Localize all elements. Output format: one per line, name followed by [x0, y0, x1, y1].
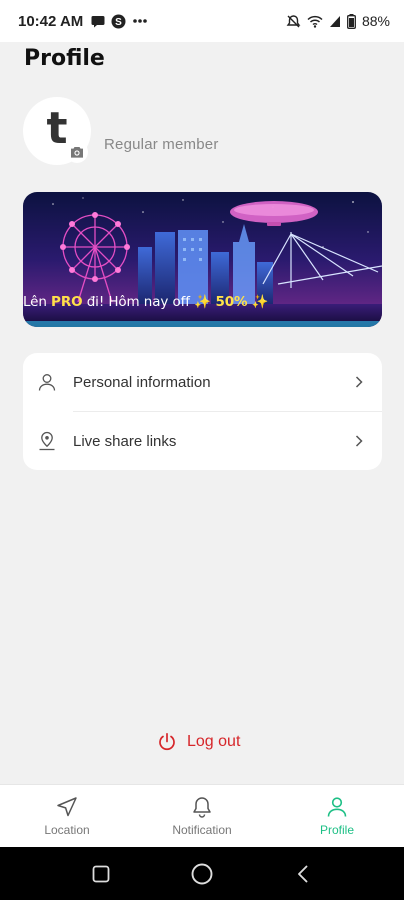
person-icon [327, 797, 347, 817]
logout-button[interactable]: Log out [157, 732, 240, 752]
status-time: 10:42 AM [18, 12, 84, 30]
profile-page: Profile t Regular member Lên PRO đi! Hôm… [0, 42, 404, 784]
home-button[interactable] [189, 861, 215, 887]
wifi-icon [307, 15, 323, 28]
mute-icon [286, 14, 301, 27]
change-avatar-button[interactable] [66, 141, 88, 163]
chevron-right-icon [355, 435, 363, 447]
promo-pro-highlight: PRO [51, 294, 83, 310]
nav-label: Notification [172, 823, 232, 837]
navigation-arrow-icon [57, 797, 77, 817]
promo-text: Lên PRO đi! Hôm nay off ✨ 50% ✨ [23, 294, 269, 310]
logout-label: Log out [187, 733, 241, 750]
nav-tab-notification[interactable]: Notification [135, 785, 269, 847]
avatar-letter: t [46, 102, 68, 154]
back-arrow-icon [298, 865, 308, 883]
promo-text-prefix: Lên [23, 294, 52, 310]
recents-icon [92, 865, 110, 883]
system-navigation-bar [0, 847, 404, 900]
nav-label: Profile [319, 823, 354, 837]
membership-label: Regular member [104, 136, 219, 153]
home-circle-icon [191, 863, 213, 885]
page-title: Profile [24, 46, 105, 71]
more-dots-icon [133, 19, 148, 23]
promo-discount: 50% [210, 294, 248, 310]
status-bar: 10:42 AM S 88% [0, 0, 404, 42]
menu-item-live-share-links[interactable]: Live share links [23, 412, 382, 470]
profile-menu: Personal information Live share links [23, 353, 382, 470]
pro-promo-banner[interactable]: Lên PRO đi! Hôm nay off ✨ 50% ✨ [23, 192, 382, 327]
person-icon [38, 374, 56, 391]
status-left-icons: S [91, 14, 148, 29]
promo-text-middle: đi! Hôm nay off [82, 294, 195, 310]
sparkle-icon-2: ✨ [247, 294, 269, 310]
location-pin-icon [39, 431, 55, 451]
bottom-navigation: Location Notification Profile [0, 784, 404, 847]
menu-item-personal-information[interactable]: Personal information [23, 353, 382, 411]
svg-text:S: S [115, 17, 122, 28]
menu-item-label: Personal information [73, 373, 211, 391]
bell-icon [193, 797, 211, 818]
sparkle-icon: ✨ [194, 294, 211, 310]
nav-tab-location[interactable]: Location [0, 785, 134, 847]
recents-button[interactable] [88, 861, 114, 887]
nav-tab-profile[interactable]: Profile [270, 785, 404, 847]
chevron-right-icon [355, 376, 363, 388]
status-left: 10:42 AM S [18, 13, 148, 30]
battery-percent: 88% [361, 13, 390, 29]
status-right: 88% [286, 13, 390, 29]
battery-icon [347, 13, 356, 29]
menu-item-label: Live share links [73, 432, 177, 450]
nav-label: Location [44, 823, 90, 837]
power-icon [159, 732, 175, 751]
signal-icon [329, 15, 340, 27]
camera-icon [71, 147, 83, 158]
back-button[interactable] [290, 861, 316, 887]
chat-bubble-icon [91, 15, 105, 27]
skype-icon: S [111, 14, 126, 28]
